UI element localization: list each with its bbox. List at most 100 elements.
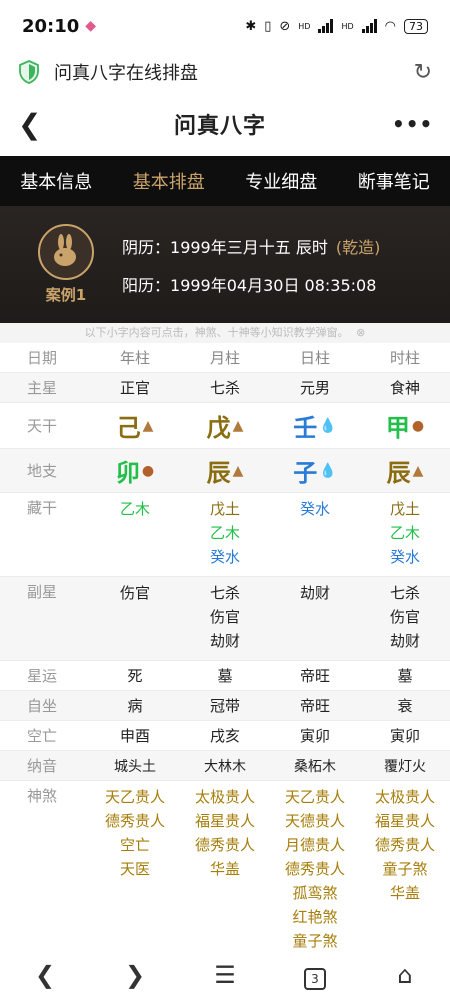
row-shensha: 神煞 天乙贵人 德秀贵人 空亡 天医 太极贵人 福星贵人 德秀贵人 华盖 天乙贵…: [0, 781, 450, 953]
row-label-main-star: 主星: [27, 379, 58, 397]
tiangan-year[interactable]: 己 ▲: [117, 408, 154, 443]
nayin-hour[interactable]: 覆灯火: [360, 756, 450, 776]
bluetooth-icon: ✱: [245, 18, 257, 34]
lunar-date: 1999年三月十五 辰时: [170, 237, 328, 257]
row-label-tiangan: 天干: [27, 417, 58, 435]
fuxing-hour[interactable]: 七杀 伤官 劫财: [360, 581, 450, 653]
row-label-xingyun: 星运: [27, 667, 58, 685]
more-button[interactable]: •••: [392, 112, 432, 136]
nayin-year[interactable]: 城头土: [90, 756, 180, 776]
mute-icon: ⊘: [279, 18, 291, 34]
shensha-month[interactable]: 太极贵人 福星贵人 德秀贵人 华盖: [180, 785, 270, 881]
dizhi-year[interactable]: 卯 ●: [116, 453, 154, 488]
zizuo-year[interactable]: 病: [90, 695, 180, 716]
notice-bar: 以下小字内容可点击，神煞、十神等小知识教学弹窗。 ⊗: [0, 323, 450, 343]
dizhi-day[interactable]: 子 💧: [293, 453, 336, 488]
dizhi-hour[interactable]: 辰 ▲: [387, 453, 424, 488]
signal-icon-2: [361, 19, 377, 33]
zizuo-day[interactable]: 帝旺: [270, 695, 360, 716]
page-title: 问真八字: [173, 114, 266, 139]
zizuo-month[interactable]: 冠带: [180, 695, 270, 716]
fuxing-month[interactable]: 七杀 伤官 劫财: [180, 581, 270, 653]
fuxing-day[interactable]: 劫财: [270, 581, 360, 605]
row-xingyun: 星运 死 墓 帝旺 墓: [0, 661, 450, 691]
grid-header-row: 日期 年柱 月柱 日柱 时柱: [0, 343, 450, 373]
tab-notes[interactable]: 断事笔记: [358, 168, 430, 194]
water-drop-icon: 💧: [319, 462, 337, 479]
profile-banner: 案例1 阴历：1999年三月十五 辰时 (乾造) 阳历：1999年04月30日 0…: [0, 206, 450, 323]
col-header-day: 日柱: [299, 349, 330, 367]
url-title[interactable]: 问真八字在线排盘: [54, 59, 400, 85]
kongwang-hour[interactable]: 寅卯: [360, 725, 450, 746]
gender-tag: (乾造): [335, 237, 381, 257]
main-star-day[interactable]: 元男: [270, 377, 360, 398]
tab-basic-info[interactable]: 基本信息: [20, 168, 92, 194]
tab-basic-chart[interactable]: 基本排盘: [133, 168, 205, 194]
shensha-year[interactable]: 天乙贵人 德秀贵人 空亡 天医: [90, 785, 180, 881]
row-label-canggan: 藏干: [27, 499, 58, 517]
case-label: 案例1: [45, 286, 87, 304]
row-label-date: 日期: [27, 349, 58, 367]
app-header: ❮ 问真八字 •••: [0, 92, 450, 156]
row-canggan: 藏干 乙木 戊土 乙木 癸水 癸水 戊土 乙木 癸水: [0, 493, 450, 577]
main-star-month[interactable]: 七杀: [180, 377, 270, 398]
forward-nav-icon[interactable]: ❯: [115, 961, 155, 989]
canggan-day[interactable]: 癸水: [270, 497, 360, 521]
row-label-fuxing: 副星: [27, 583, 58, 601]
water-drop-icon: 💧: [319, 417, 337, 434]
tiangan-hour[interactable]: 甲 ●: [386, 408, 424, 443]
row-tiangan: 天干 己 ▲ 戊 ▲ 壬 💧 甲 ●: [0, 403, 450, 449]
canggan-month[interactable]: 戊土 乙木 癸水: [180, 497, 270, 569]
zizuo-hour[interactable]: 衰: [360, 695, 450, 716]
rabbit-icon: [54, 234, 76, 266]
tabs-icon[interactable]: 3: [295, 961, 335, 990]
row-fuxing: 副星 伤官 七杀 伤官 劫财 劫财 七杀 伤官 劫财: [0, 577, 450, 661]
kongwang-year[interactable]: 申酉: [90, 725, 180, 746]
col-header-hour: 时柱: [389, 349, 420, 367]
earth-icon: ▲: [142, 417, 154, 434]
tab-count: 3: [304, 967, 326, 990]
tab-pro-chart[interactable]: 专业细盘: [245, 168, 317, 194]
tab-bar: 基本信息 基本排盘 专业细盘 断事笔记: [0, 156, 450, 206]
main-star-hour[interactable]: 食神: [360, 377, 450, 398]
solar-date: 1999年04月30日 08:35:08: [170, 275, 377, 295]
shensha-day[interactable]: 天乙贵人 天德贵人 月德贵人 德秀贵人 孤鸾煞 红艳煞 童子煞: [270, 785, 360, 953]
avatar[interactable]: [38, 224, 94, 280]
xingyun-month[interactable]: 墓: [180, 665, 270, 686]
app-notification-icon: ◆: [85, 18, 97, 34]
hd-badge-2: HD: [341, 21, 354, 31]
bottom-nav: ❮ ❯ ☰ 3 ⌂: [0, 950, 450, 1000]
earth-icon: ▲: [232, 417, 244, 434]
close-icon[interactable]: ⊗: [356, 326, 365, 339]
menu-icon[interactable]: ☰: [205, 961, 245, 989]
wood-icon: ●: [411, 417, 425, 434]
back-button[interactable]: ❮: [18, 108, 48, 141]
solar-label: 阳历：: [122, 275, 171, 295]
lunar-date-line: 阴历：1999年三月十五 辰时 (乾造): [122, 234, 380, 258]
dizhi-month[interactable]: 辰 ▲: [207, 453, 244, 488]
kongwang-day[interactable]: 寅卯: [270, 725, 360, 746]
main-star-year[interactable]: 正官: [90, 377, 180, 398]
refresh-icon[interactable]: ↻: [414, 60, 432, 85]
shensha-hour[interactable]: 太极贵人 福星贵人 德秀贵人 童子煞 华盖: [360, 785, 450, 905]
xingyun-day[interactable]: 帝旺: [270, 665, 360, 686]
tiangan-day[interactable]: 壬 💧: [293, 408, 336, 443]
xingyun-hour[interactable]: 墓: [360, 665, 450, 686]
home-icon[interactable]: ⌂: [385, 961, 425, 989]
canggan-year[interactable]: 乙木: [90, 497, 180, 521]
solar-date-line: 阳历：1999年04月30日 08:35:08: [122, 272, 380, 296]
row-label-kongwang: 空亡: [27, 727, 58, 745]
xingyun-year[interactable]: 死: [90, 665, 180, 686]
url-bar: 问真八字在线排盘 ↻: [0, 52, 450, 92]
row-dizhi: 地支 卯 ● 辰 ▲ 子 💧 辰 ▲: [0, 449, 450, 493]
fuxing-year[interactable]: 伤官: [90, 581, 180, 605]
notice-text: 以下小字内容可点击，神煞、十神等小知识教学弹窗。: [84, 326, 349, 339]
status-time: 20:10: [22, 15, 80, 37]
nayin-month[interactable]: 大林木: [180, 756, 270, 776]
back-nav-icon[interactable]: ❮: [25, 961, 65, 989]
kongwang-month[interactable]: 戌亥: [180, 725, 270, 746]
nayin-day[interactable]: 桑柘木: [270, 756, 360, 776]
canggan-hour[interactable]: 戊土 乙木 癸水: [360, 497, 450, 569]
tiangan-month[interactable]: 戊 ▲: [207, 408, 244, 443]
vibrate-icon: ▯: [264, 18, 272, 34]
